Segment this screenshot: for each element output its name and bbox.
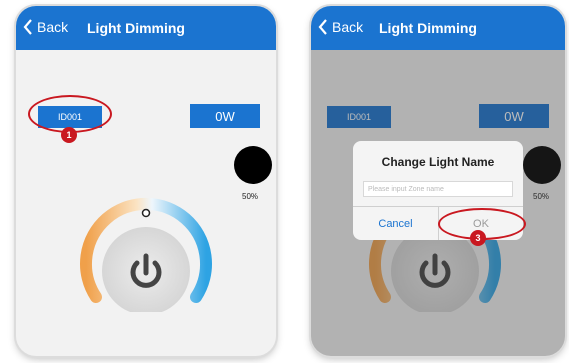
brightness-percent: 50% (242, 192, 259, 201)
nav-bar: Back Light Dimming (16, 6, 276, 50)
annotation-badge-3: 3 (470, 230, 486, 246)
phone-screen-1: Back Light Dimming ID001 0W 50% (16, 6, 276, 356)
dialog-title: Change Light Name (381, 155, 495, 169)
dimming-dial[interactable] (74, 196, 218, 312)
dial-handle (141, 208, 151, 218)
page-title: Light Dimming (379, 20, 477, 36)
nav-bar: Back Light Dimming (311, 6, 565, 50)
page-title: Light Dimming (87, 20, 185, 36)
phone-screen-2: Back Light Dimming ID001 0W 50% Change L… (311, 6, 565, 356)
annotation-badge-1: 1 (61, 127, 77, 143)
power-reading-button[interactable]: 0W (190, 104, 260, 128)
color-indicator (234, 146, 272, 184)
cancel-button[interactable]: Cancel (353, 207, 438, 240)
zone-name-input[interactable]: Please input Zone name (363, 181, 513, 197)
